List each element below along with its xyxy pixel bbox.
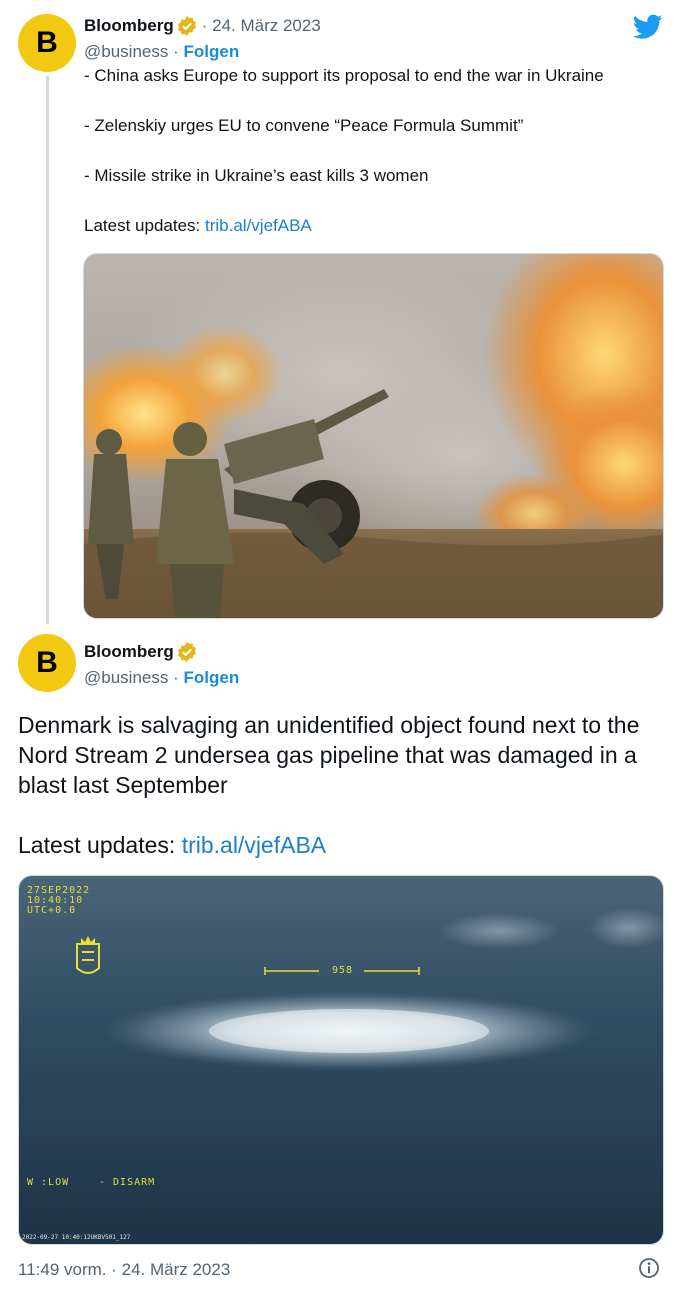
- tweet-photo-artillery[interactable]: [83, 253, 664, 619]
- sea-photo: [19, 876, 663, 1244]
- author-name[interactable]: Bloomberg: [84, 16, 174, 36]
- artillery-photo: [84, 254, 663, 618]
- info-icon[interactable]: [638, 1257, 660, 1279]
- osd-bottom-code: 2022-09-27 10:40:12UKBV501_127: [22, 1234, 131, 1241]
- handle-row: @business · Folgen: [84, 668, 239, 688]
- handle-row: @business · Folgen: [84, 42, 239, 62]
- author-row: Bloomberg: [84, 642, 197, 662]
- tweet-line: - Missile strike in Ukraine’s east kills…: [84, 166, 429, 185]
- osd-mode-left: W :LOW: [27, 1177, 70, 1188]
- updates-link[interactable]: trib.al/vjefABA: [182, 832, 326, 858]
- latest-updates-line: Latest updates: trib.al/vjefABA: [18, 830, 668, 860]
- follow-button[interactable]: Folgen: [184, 668, 240, 687]
- osd-scale-value: 958: [332, 965, 354, 976]
- twitter-bird-icon[interactable]: [633, 14, 663, 40]
- tweet-body: Denmark is salvaging an unidentified obj…: [18, 710, 668, 860]
- follow-button[interactable]: Folgen: [184, 42, 240, 61]
- avatar-logo-letter: B: [36, 26, 58, 59]
- latest-updates-line: Latest updates: trib.al/vjefABA: [84, 216, 674, 236]
- author-row: Bloomberg · 24. März 2023: [84, 16, 321, 36]
- thread-connector-line: [46, 76, 49, 624]
- avatar[interactable]: B: [18, 634, 76, 692]
- author-name[interactable]: Bloomberg: [84, 642, 174, 662]
- author-handle[interactable]: @business: [84, 42, 168, 61]
- tweet-line: - Zelenskiy urges EU to convene “Peace F…: [84, 116, 524, 135]
- author-handle[interactable]: @business: [84, 668, 168, 687]
- verified-badge-icon: [177, 16, 196, 36]
- latest-updates-label: Latest updates:: [84, 216, 201, 235]
- tweet-date[interactable]: · 24. März 2023: [202, 16, 321, 36]
- tweet-line: - China asks Europe to support its propo…: [84, 66, 604, 85]
- updates-link[interactable]: trib.al/vjefABA: [205, 216, 312, 235]
- tweet-body: - China asks Europe to support its propo…: [84, 66, 674, 236]
- osd-mode-right: - DISARM: [99, 1177, 156, 1188]
- tweet-photo-gas-leak[interactable]: 27SEP2022 10:40:10 UTC+0.0 958 W :LOW - …: [18, 875, 664, 1245]
- avatar[interactable]: B: [18, 14, 76, 72]
- verified-badge-icon: [177, 642, 196, 662]
- tweet-text: Denmark is salvaging an unidentified obj…: [18, 712, 640, 798]
- handle-separator: ·: [173, 42, 179, 61]
- latest-updates-label: Latest updates:: [18, 832, 176, 858]
- avatar-logo-letter: B: [36, 646, 58, 679]
- handle-separator: ·: [173, 668, 179, 687]
- tweet-timestamp[interactable]: 11:49 vorm. · 24. März 2023: [18, 1260, 230, 1280]
- osd-utc: UTC+0.0: [27, 905, 77, 916]
